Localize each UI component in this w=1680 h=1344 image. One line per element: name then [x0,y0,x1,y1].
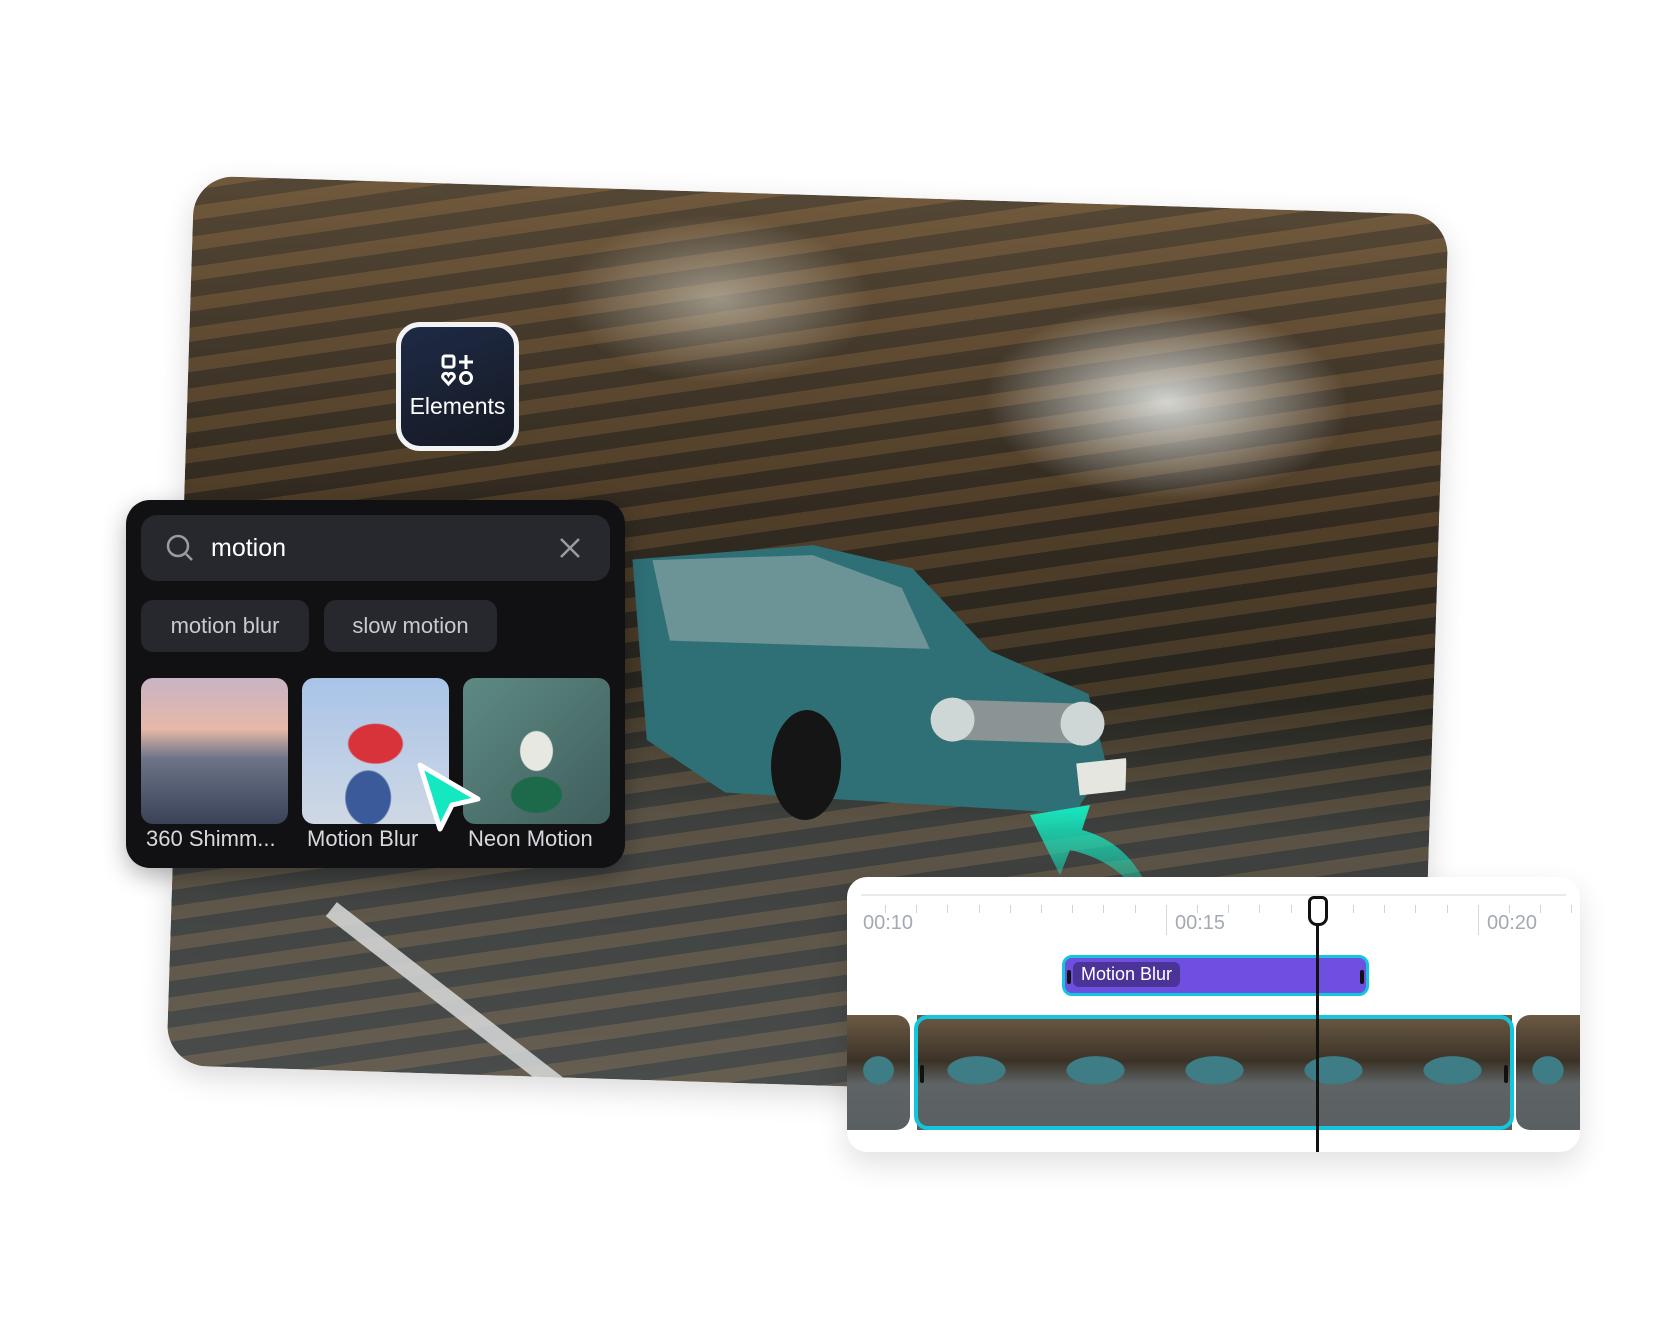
video-clip-next[interactable] [1516,1015,1580,1130]
timeline-ruler [861,894,1566,896]
minor-tick [1259,905,1261,913]
mouse-cursor-icon [417,762,481,832]
minor-tick [1103,905,1105,913]
clip-trim-handle-right[interactable] [1504,1065,1508,1083]
result-label: Motion Blur [307,826,419,851]
elements-label: Elements [409,393,506,419]
result-label: Neon Motion [468,826,593,851]
road-marking [325,902,780,1105]
major-tick [1478,905,1479,935]
minor-tick [947,905,949,913]
effect-clip-label: Motion Blur [1073,962,1181,987]
elements-search-panel: motion blur slow motion 360 Shimm... Mot… [126,500,625,868]
minor-tick [1072,905,1074,913]
playhead[interactable] [1316,896,1319,1152]
search-icon [166,534,193,561]
timeline-panel: 00:10 00:15 00:20 Motion Blur [847,877,1580,1152]
minor-tick [1041,905,1042,913]
suggestion-chip[interactable]: motion blur [141,600,309,652]
time-label: 00:15 [1175,912,1226,934]
clip-trim-handle-left[interactable] [920,1065,924,1083]
search-input[interactable] [209,532,558,564]
minor-tick [1228,905,1230,913]
minor-tick [1009,905,1011,913]
clip-trim-handle-right[interactable] [1360,970,1364,984]
time-label: 00:10 [863,912,914,934]
minor-tick [1353,905,1354,913]
suggestion-chip[interactable]: slow motion [324,600,497,652]
minor-tick [1446,905,1448,913]
video-clip-prev[interactable] [847,1015,910,1130]
selected-video-clip[interactable] [914,1015,1514,1130]
search-field[interactable] [141,515,610,581]
playhead-handle[interactable] [1308,896,1328,926]
effect-clip[interactable]: Motion Blur [1062,955,1369,996]
minor-tick [1384,905,1386,913]
time-label: 00:20 [1487,912,1538,934]
minor-tick [1571,905,1573,913]
major-tick [1166,905,1167,935]
minor-tick [916,905,918,913]
minor-tick [978,905,980,913]
minor-tick [1540,905,1542,913]
elements-button[interactable]: Elements [396,322,519,451]
elements-shapes-icon [440,354,473,387]
clip-trim-handle-left[interactable] [1067,970,1071,984]
result-label: 360 Shimm... [146,826,276,851]
minor-tick [1290,905,1292,913]
close-icon[interactable] [558,536,582,560]
result-thumbnail[interactable] [141,678,288,824]
minor-tick [1134,905,1136,913]
minor-tick [1415,905,1417,913]
